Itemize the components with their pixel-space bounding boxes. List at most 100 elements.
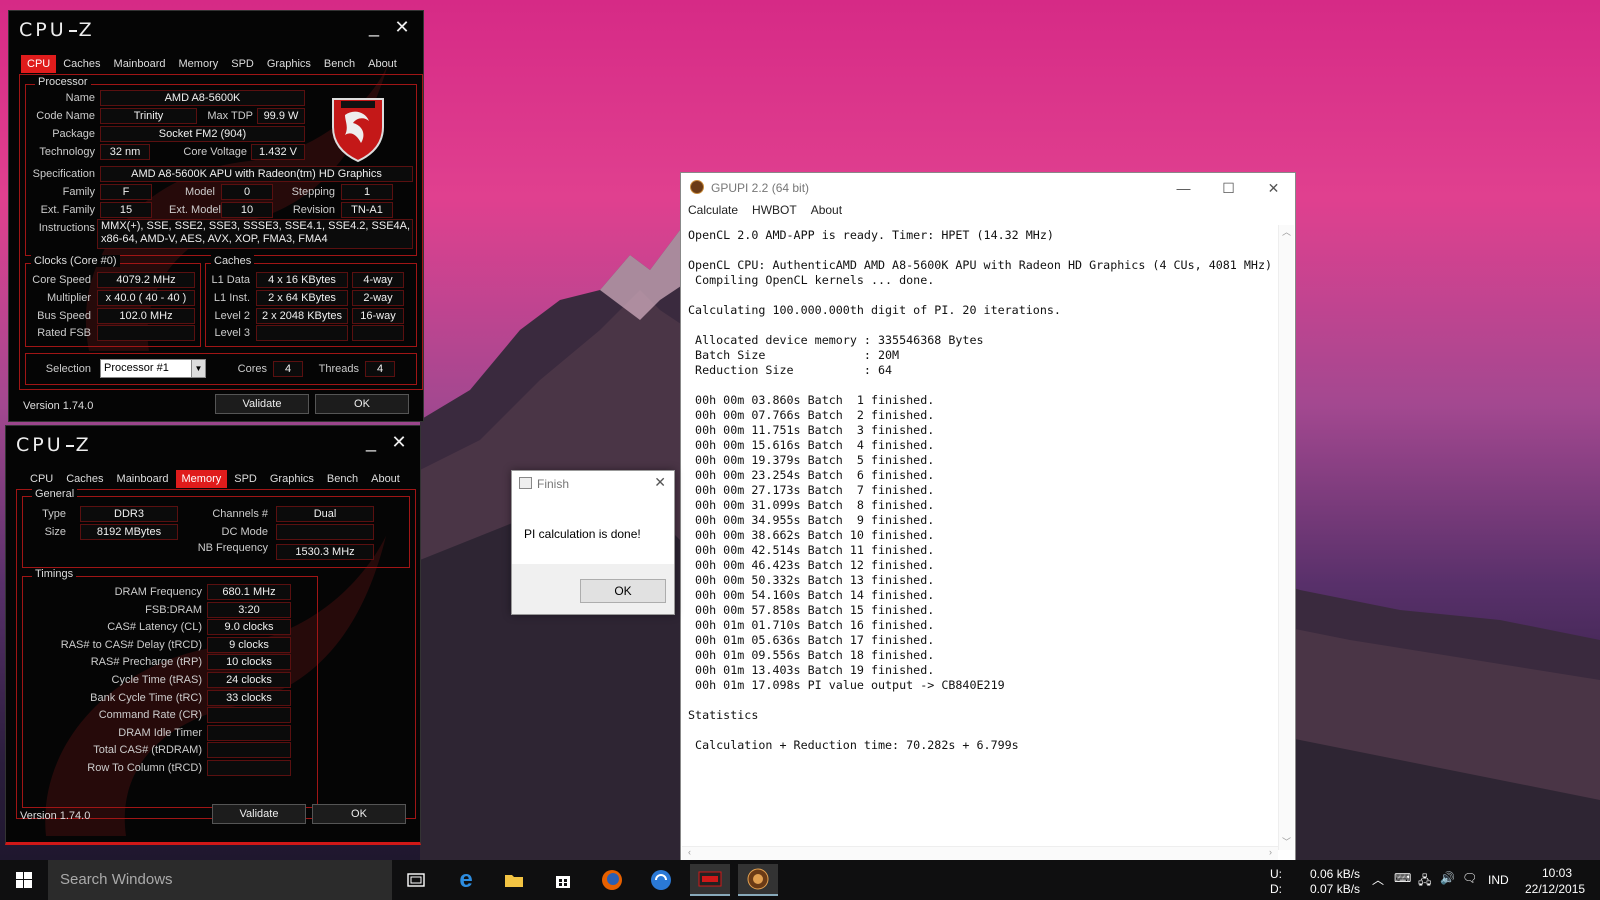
tab-graphics[interactable]: Graphics [264, 470, 320, 488]
version-label: Version 1.74.0 [20, 810, 91, 822]
minimize-button[interactable]: _ [361, 432, 381, 453]
clock-date[interactable]: 22/12/2015 [1525, 882, 1585, 896]
keyboard-icon[interactable]: ⌨ [1394, 871, 1411, 885]
validate-button[interactable]: Validate [212, 804, 306, 824]
gpupi-app-icon [690, 180, 704, 194]
multiplier-value: x 40.0 ( 40 - 40 ) [97, 290, 195, 306]
scroll-right-arrow-icon[interactable]: › [1269, 847, 1272, 857]
chevron-down-icon[interactable]: ▼ [191, 360, 205, 377]
log-line: 00h 00m 11.751s Batch 3 finished. [688, 423, 935, 437]
log-line: 00h 00m 31.099s Batch 8 finished. [688, 498, 935, 512]
firefox-icon[interactable] [592, 864, 632, 896]
close-icon[interactable]: ✕ [654, 474, 666, 491]
tab-mainboard[interactable]: Mainboard [108, 55, 172, 73]
technology-value: 32 nm [100, 144, 150, 160]
gpupi-taskbar-icon[interactable] [738, 864, 778, 896]
close-button[interactable]: ✕ [392, 17, 412, 38]
name-label: Name [65, 92, 95, 104]
tab-memory[interactable]: Memory [173, 55, 225, 73]
tab-mainboard[interactable]: Mainboard [111, 470, 175, 488]
extmodel-label: Ext. Model [169, 204, 221, 216]
tab-cpu[interactable]: CPU [24, 470, 59, 488]
instructions-line-1: MMX(+), SSE, SSE2, SSE3, SSSE3, SSE4.1, … [101, 220, 411, 232]
task-view-icon[interactable] [396, 864, 436, 896]
l1inst-way: 2-way [352, 290, 404, 306]
msi-gaming-logo [332, 98, 384, 163]
close-button[interactable]: ✕ [389, 432, 409, 453]
tab-graphics[interactable]: Graphics [261, 55, 317, 73]
search-box[interactable]: Search Windows [48, 860, 392, 900]
net-download-label: D: [1270, 882, 1282, 896]
tab-caches[interactable]: Caches [60, 470, 109, 488]
threads-label: Threads [318, 363, 359, 375]
gpupi-output-log: OpenCL 2.0 AMD-APP is ready. Timer: HPET… [688, 228, 1276, 833]
tab-about[interactable]: About [365, 470, 406, 488]
clock-time[interactable]: 10:03 [1542, 866, 1572, 880]
menu-hwbot[interactable]: HWBOT [752, 203, 797, 223]
timing-value: 24 clocks [207, 672, 291, 688]
chevron-up-icon[interactable]: ︿ [1372, 871, 1384, 888]
cpuz-taskbar-icon[interactable] [690, 864, 730, 896]
net-upload-label: U: [1270, 867, 1282, 881]
network-icon[interactable]: 🖧 [1418, 871, 1431, 892]
tab-caches[interactable]: Caches [57, 55, 106, 73]
dialog-ok-button[interactable]: OK [580, 579, 666, 603]
tab-cpu[interactable]: CPU [21, 55, 57, 73]
log-line: 00h 00m 27.173s Batch 7 finished. [688, 483, 935, 497]
timing-label: RAS# to CAS# Delay (tRCD) [60, 638, 202, 651]
tab-about[interactable]: About [362, 55, 403, 73]
tab-memory[interactable]: Memory [175, 470, 228, 488]
timing-label: DRAM Idle Timer [118, 726, 202, 739]
tab-bench[interactable]: Bench [321, 470, 364, 488]
timing-label: DRAM Frequency [114, 586, 202, 598]
validate-button[interactable]: Validate [215, 394, 309, 414]
timing-label: Cycle Time (tRAS) [111, 674, 202, 686]
horizontal-scrollbar[interactable]: ‹ › [682, 846, 1278, 860]
tab-spd[interactable]: SPD [225, 55, 260, 73]
maximize-button[interactable]: ☐ [1206, 173, 1251, 203]
windows-logo-icon [16, 872, 32, 888]
gpupi-menubar: Calculate HWBOT About [681, 203, 1295, 223]
minimize-button[interactable]: — [1161, 173, 1206, 203]
log-line: OpenCL CPU: AuthenticAMD AMD A8-5600K AP… [688, 258, 1273, 272]
cores-label: Cores [237, 363, 267, 375]
instructions-line-2: x86-64, AMD-V, AES, AVX, XOP, FMA3, FMA4 [101, 233, 328, 245]
ok-button[interactable]: OK [312, 804, 406, 824]
log-line: 00h 00m 46.423s Batch 12 finished. [688, 558, 935, 572]
level2-way: 16-way [352, 308, 404, 324]
ok-button[interactable]: OK [315, 394, 409, 414]
scroll-down-arrow-icon[interactable]: ﹀ [1279, 835, 1294, 848]
minimize-button[interactable]: _ [364, 17, 384, 38]
file-explorer-icon[interactable] [494, 864, 534, 896]
multiplier-label: Multiplier [46, 292, 91, 304]
level3-label: Level 3 [214, 327, 250, 339]
revision-label: Revision [292, 204, 335, 216]
menu-about[interactable]: About [811, 203, 842, 223]
type-label: Type [42, 508, 66, 520]
clocks-group-label: Clocks (Core #0) [31, 255, 120, 267]
volume-icon[interactable]: 🔊 [1440, 871, 1455, 885]
maxtdp-value: 99.9 W [257, 108, 305, 124]
scroll-up-arrow-icon[interactable]: ︿ [1279, 225, 1294, 238]
general-group-label: General [32, 488, 78, 500]
close-button[interactable]: ✕ [1251, 173, 1296, 203]
log-line: Batch Size : 20M [688, 348, 900, 362]
tab-spd[interactable]: SPD [228, 470, 263, 488]
tab-bench[interactable]: Bench [318, 55, 361, 73]
dialog-app-icon [519, 477, 532, 489]
action-center-icon[interactable]: 🗨 [1462, 871, 1477, 885]
l1inst-label: L1 Inst. [213, 292, 250, 304]
gpupi-title: GPUPI 2.2 (64 bit) [711, 181, 810, 195]
processor-select[interactable]: Processor #1 ▼ [100, 359, 206, 378]
browser-app-icon[interactable] [641, 864, 681, 896]
level3-way [352, 325, 404, 341]
language-indicator[interactable]: IND [1488, 873, 1509, 887]
timing-value [207, 724, 291, 741]
menu-calculate[interactable]: Calculate [688, 203, 738, 223]
store-icon[interactable] [543, 864, 583, 896]
scroll-left-arrow-icon[interactable]: ‹ [688, 847, 691, 857]
vertical-scrollbar[interactable]: ︿ ﹀ [1278, 225, 1294, 850]
start-button[interactable] [0, 860, 48, 900]
edge-browser-icon[interactable]: e [446, 864, 486, 896]
